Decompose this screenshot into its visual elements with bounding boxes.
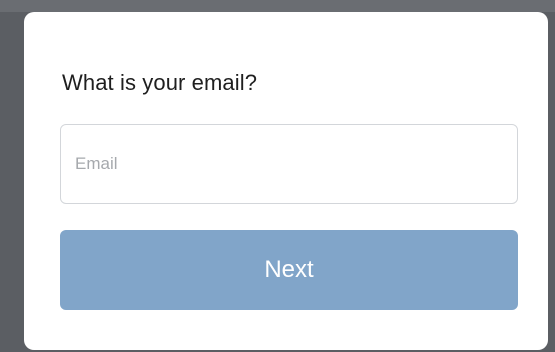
backdrop-strip (0, 0, 555, 12)
email-dialog: What is your email? Next (24, 12, 548, 350)
dialog-title: What is your email? (62, 70, 258, 95)
email-input[interactable] (60, 124, 518, 204)
next-button[interactable]: Next (60, 230, 518, 310)
